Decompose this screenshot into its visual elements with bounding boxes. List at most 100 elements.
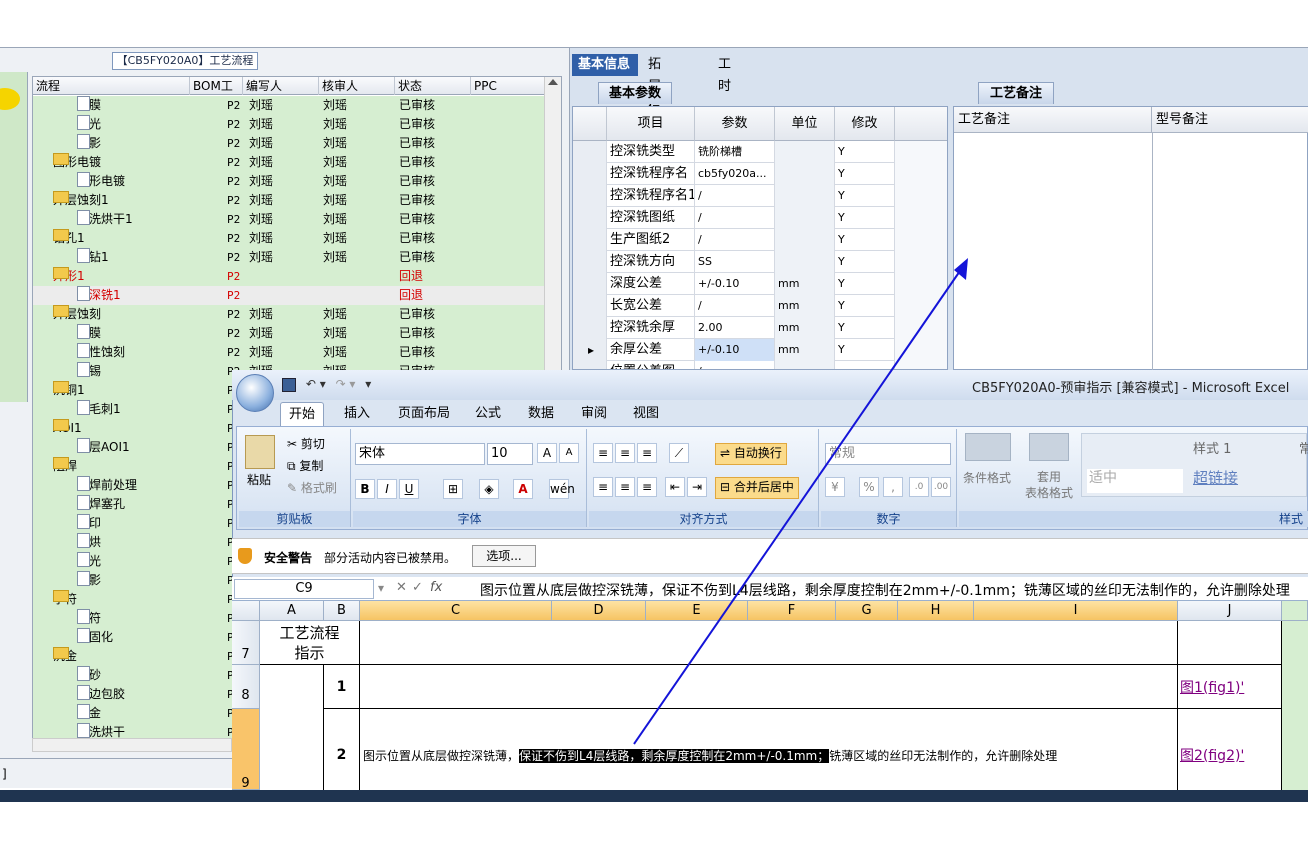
cell-a8[interactable]: [260, 665, 324, 790]
tree-node[interactable]: −沉金: [53, 647, 77, 666]
enter-icon[interactable]: ✓: [412, 580, 423, 595]
tree-node[interactable]: 显影: [77, 571, 101, 590]
tree-node[interactable]: −外层蚀刻1: [53, 191, 109, 210]
merge-center-button[interactable]: ⊟ 合并后居中: [715, 477, 799, 499]
tree-node[interactable]: 外层AOI1: [77, 438, 130, 457]
cell-a7[interactable]: 工艺流程 指示: [260, 621, 360, 665]
tree-row[interactable]: 显影 P2 刘瑶 刘瑶 已审核: [33, 134, 545, 153]
ribbon-tab-data[interactable]: 数据: [520, 402, 562, 426]
row-selector[interactable]: [573, 273, 607, 295]
row-selector[interactable]: [573, 163, 607, 185]
save-icon[interactable]: [282, 377, 296, 392]
col-header-reviewer[interactable]: 核审人: [319, 77, 395, 95]
col-header-flow[interactable]: 流程: [33, 77, 190, 95]
cut-button[interactable]: ✂ 剪切: [287, 435, 325, 453]
col-header-bom[interactable]: BOM工厂: [190, 77, 243, 111]
tree-node[interactable]: 水洗烘干1: [77, 210, 133, 229]
tree-node[interactable]: 丝印: [77, 514, 101, 533]
underline-icon[interactable]: U: [399, 479, 419, 499]
align-bottom-icon[interactable]: ≡: [637, 443, 657, 463]
col-header-j[interactable]: J: [1178, 601, 1282, 621]
param-modify[interactable]: Y: [835, 163, 895, 185]
tree-row[interactable]: 控深铣1 P2 回退: [33, 286, 545, 305]
align-center-icon[interactable]: ≡: [615, 477, 635, 497]
tree-node[interactable]: 背钻1: [77, 248, 109, 267]
align-top-icon[interactable]: ≡: [593, 443, 613, 463]
style-1-item[interactable]: 样式 1: [1193, 441, 1231, 459]
tree-node[interactable]: 显影: [77, 134, 101, 153]
cell-c9[interactable]: 图示位置从底层做控深铣薄，保证不伤到L4层线路，剩余厚度控制在2mm+/-0.1…: [360, 709, 1178, 790]
param-row[interactable]: 控深铣余厚 2.00 mm Y: [573, 317, 947, 339]
font-name-select[interactable]: 宋体: [355, 443, 485, 465]
row-selector[interactable]: [573, 141, 607, 163]
cell-j9[interactable]: 图2(fig2)': [1178, 709, 1282, 790]
conditional-format-button[interactable]: 条件格式: [963, 469, 1011, 487]
ribbon-tab-formulas[interactable]: 公式: [467, 402, 509, 426]
tree-node[interactable]: 板边包胶: [77, 685, 125, 704]
param-row[interactable]: 深度公差 +/-0.10 mm Y: [573, 273, 947, 295]
tree-node[interactable]: −沉铜1: [53, 381, 85, 400]
font-color-icon[interactable]: A: [513, 479, 533, 499]
select-all-corner[interactable]: [232, 601, 260, 621]
tree-node[interactable]: −钻孔1: [53, 229, 85, 248]
table-format-button[interactable]: 套用 表格格式: [1025, 469, 1073, 501]
tree-node[interactable]: 贴膜: [77, 96, 101, 115]
param-modify[interactable]: Y: [835, 273, 895, 295]
col-header-f[interactable]: F: [748, 601, 836, 621]
tab-work-hours[interactable]: 工时: [712, 54, 737, 94]
name-box[interactable]: C9: [234, 579, 374, 599]
ribbon-tab-view[interactable]: 视图: [625, 402, 667, 426]
font-size-select[interactable]: 10: [487, 443, 533, 465]
grid-header-param[interactable]: 参数: [695, 107, 775, 141]
notes-header-process[interactable]: 工艺备注: [954, 107, 1152, 133]
currency-icon[interactable]: ¥: [825, 477, 845, 497]
param-value[interactable]: cb5fy020a...: [695, 163, 775, 185]
tree-row[interactable]: 贴膜 P2 刘瑶 刘瑶 已审核: [33, 96, 545, 115]
border-icon[interactable]: ⊞: [443, 479, 463, 499]
param-value[interactable]: /: [695, 207, 775, 229]
cell-c7[interactable]: [360, 621, 1178, 665]
param-value[interactable]: SS: [695, 251, 775, 273]
tree-node[interactable]: 控深铣1: [77, 286, 121, 305]
row-selector[interactable]: ▸: [573, 339, 607, 361]
grid-header-item[interactable]: 项目: [607, 107, 695, 141]
function-icon[interactable]: fx: [430, 580, 442, 595]
paste-button[interactable]: 粘贴: [247, 471, 271, 489]
italic-icon[interactable]: I: [377, 479, 397, 499]
row-selector[interactable]: [573, 207, 607, 229]
tree-node[interactable]: 终固化: [77, 628, 113, 647]
param-row[interactable]: 长宽公差 / mm Y: [573, 295, 947, 317]
tree-node[interactable]: 碱性蚀刻: [77, 343, 125, 362]
param-modify[interactable]: Y: [835, 317, 895, 339]
tree-node[interactable]: 喷砂: [77, 666, 101, 685]
param-modify[interactable]: Y: [835, 207, 895, 229]
phonetic-icon[interactable]: wén: [549, 479, 575, 499]
fig1-link[interactable]: 图1(fig1)': [1180, 680, 1244, 696]
increase-indent-icon[interactable]: ⇥: [687, 477, 707, 497]
param-modify[interactable]: Y: [835, 185, 895, 207]
param-modify[interactable]: [835, 361, 895, 369]
tree-node[interactable]: −外形1: [53, 267, 85, 286]
col-header-e[interactable]: E: [646, 601, 748, 621]
tree-node[interactable]: 曝光: [77, 115, 101, 134]
options-button[interactable]: 选项...: [472, 545, 536, 567]
param-row[interactable]: 控深铣方向 SS Y: [573, 251, 947, 273]
col-header-status[interactable]: 状态: [395, 77, 471, 95]
tree-row[interactable]: 碱性蚀刻 P2 刘瑶 刘瑶 已审核: [33, 343, 545, 362]
comma-icon[interactable]: ,: [883, 477, 903, 497]
tree-node[interactable]: 曝光: [77, 552, 101, 571]
wrap-text-button[interactable]: ⇌ 自动换行: [715, 443, 787, 465]
percent-icon[interactable]: %: [859, 477, 879, 497]
ribbon-tab-home[interactable]: 开始: [280, 402, 325, 426]
tree-node[interactable]: −外层蚀刻: [53, 305, 101, 324]
cell-c8[interactable]: [360, 665, 1178, 709]
tree-row[interactable]: −外层蚀刻 P2 刘瑶 刘瑶 已审核: [33, 305, 545, 324]
param-row[interactable]: ▸ 余厚公差 +/-0.10 mm Y: [573, 339, 947, 361]
tree-node[interactable]: 沉金: [77, 704, 101, 723]
tree-node[interactable]: 阻焊前处理: [77, 476, 137, 495]
param-value[interactable]: /: [695, 295, 775, 317]
tree-node[interactable]: 预烘: [77, 533, 101, 552]
col-header-ppc[interactable]: PPC: [471, 77, 545, 95]
param-row[interactable]: 位置公差图/: [573, 361, 947, 369]
formula-input[interactable]: 图示位置从底层做控深铣薄，保证不伤到L4层线路，剩余厚度控制在2mm+/-0.1…: [480, 580, 1306, 600]
